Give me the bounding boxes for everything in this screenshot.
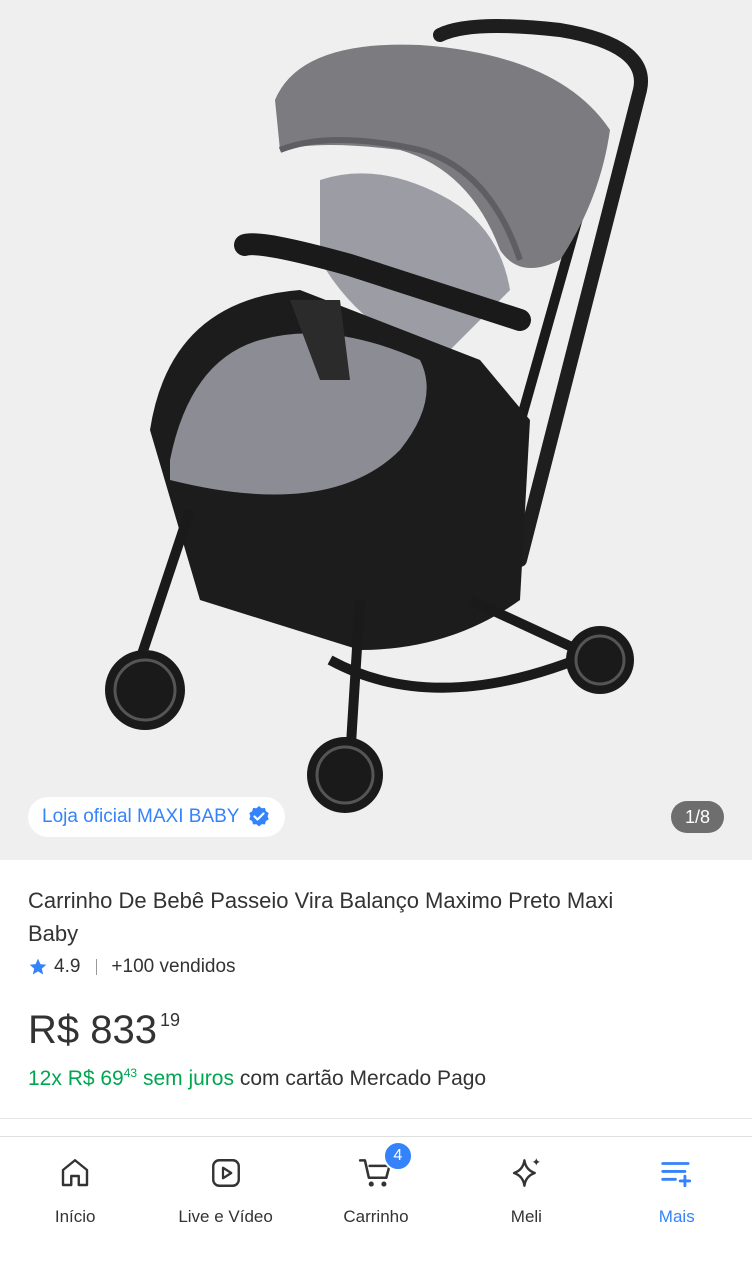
tab-label: Mais (658, 1207, 695, 1226)
product-image (105, 19, 648, 813)
store-badge-label: Loja oficial MAXI BABY (42, 806, 240, 827)
menu-plus-icon (657, 1153, 697, 1193)
tab-meli[interactable]: Meli (451, 1137, 601, 1280)
price-main: R$ 833 (28, 1008, 157, 1052)
star-icon (29, 958, 47, 975)
product-info: Carrinho De Bebê Passeio Vira Balanço Ma… (28, 860, 728, 1094)
tab-carrinho[interactable]: 4 Carrinho (301, 1137, 451, 1280)
product-title: Carrinho De Bebê Passeio Vira Balanço Ma… (28, 888, 614, 946)
home-icon (55, 1153, 95, 1193)
price: R$ 833 19 (28, 1008, 728, 1052)
rating-value: 4.9 (54, 956, 81, 977)
installments-suffix: com cartão Mercado Pago (239, 1067, 487, 1090)
cart-count-badge: 4 (382, 1141, 413, 1171)
rating-divider (96, 959, 98, 975)
installments: 12x R$ 6943 sem juros com cartão Mercado… (28, 1058, 728, 1094)
play-icon (206, 1153, 246, 1193)
tab-label: Carrinho (343, 1207, 409, 1226)
sparkle-icon (506, 1153, 546, 1193)
installments-interest: sem juros (142, 1067, 234, 1090)
tab-inicio[interactable]: Início (0, 1137, 150, 1280)
installments-cents: 43 (123, 1066, 138, 1080)
tab-label: Meli (510, 1207, 542, 1226)
sold-count: +100 vendidos (111, 956, 236, 977)
tab-label: Live e Vídeo (178, 1207, 273, 1226)
rating-row[interactable]: 4.9 +100 vendidos (28, 956, 728, 978)
official-store-badge[interactable]: Loja oficial MAXI BABY (28, 797, 286, 837)
section-divider (0, 1118, 752, 1119)
tab-live-video[interactable]: Live e Vídeo (150, 1137, 300, 1280)
tab-label: Início (54, 1207, 96, 1226)
price-cents: 19 (159, 1010, 181, 1030)
image-counter: 1/8 (670, 801, 724, 833)
installments-amount: 12x R$ 69 (28, 1067, 124, 1090)
tab-mais[interactable]: Mais (602, 1137, 752, 1280)
verified-icon (249, 806, 270, 827)
bottom-tab-bar: Início Live e Vídeo 4 Carrinho Meli Mais (0, 1136, 752, 1280)
product-gallery[interactable]: Loja oficial MAXI BABY 1/8 (0, 0, 752, 860)
